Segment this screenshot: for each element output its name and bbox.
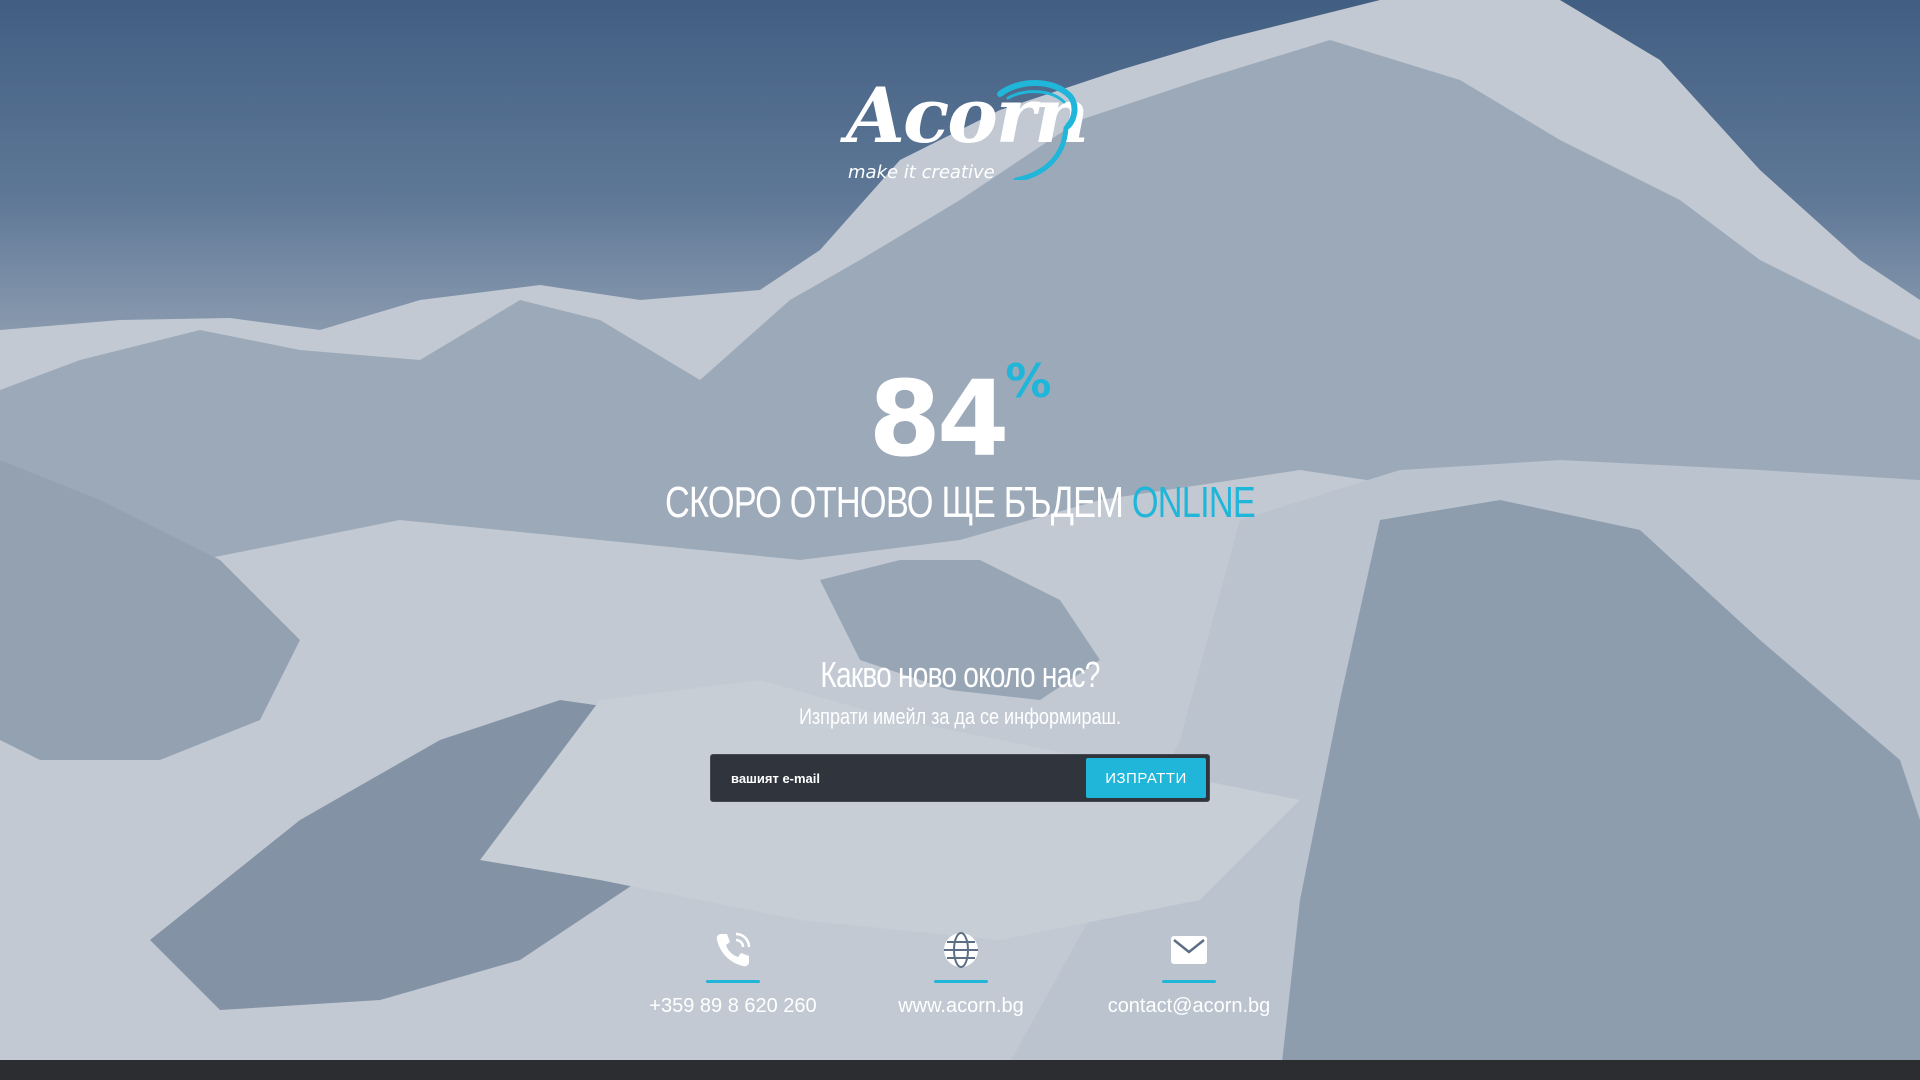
contact-email: contact@acorn.bg: [1089, 928, 1289, 1018]
email-underline: [1162, 980, 1216, 983]
phone-underline: [706, 980, 760, 983]
progress-value: 84: [868, 358, 1010, 480]
subscribe-form: ИЗПРАТТИ: [710, 754, 1210, 802]
percent-sign: %: [1005, 354, 1052, 408]
phone-number[interactable]: +359 89 8 620 260: [633, 995, 833, 1018]
envelope-icon: [1089, 928, 1289, 972]
website-underline: [934, 980, 988, 983]
globe-icon: [861, 928, 1061, 972]
send-button[interactable]: ИЗПРАТТИ: [1086, 758, 1206, 798]
acorn-logo: Acorn make it creative: [844, 76, 1089, 186]
newsletter-title: Какво ново около нас?: [820, 654, 1100, 695]
headline-main: СКОРО ОТНОВО ЩЕ БЪДЕМ: [665, 478, 1124, 527]
email-input[interactable]: [711, 755, 1081, 801]
headline-accent: ONLINE: [1131, 478, 1256, 527]
website-link[interactable]: www.acorn.bg: [861, 995, 1061, 1018]
page-title: СКОРО ОТНОВО ЩЕ БЪДЕМ ONLINE: [211, 478, 1709, 528]
email-link[interactable]: contact@acorn.bg: [1089, 995, 1289, 1018]
newsletter-subtitle: Изпрати имейл за да се информираш.: [798, 704, 1122, 729]
phone-icon: [633, 928, 833, 972]
contact-phone: +359 89 8 620 260: [633, 928, 833, 1018]
logo-tagline: make it creative: [848, 162, 995, 183]
progress-indicator: 84%: [0, 354, 1920, 480]
contact-website: www.acorn.bg: [861, 928, 1061, 1018]
acorn-cap-icon: [997, 80, 1078, 180]
footer-bar: [0, 1060, 1920, 1080]
